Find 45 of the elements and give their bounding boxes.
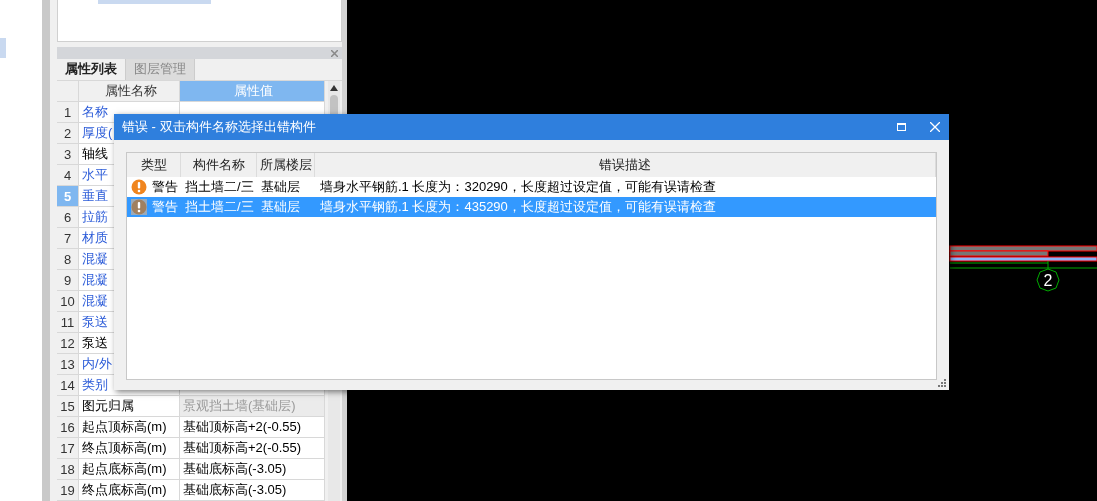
close-icon[interactable]: [331, 49, 338, 57]
row-number[interactable]: 16: [57, 417, 79, 438]
close-icon: [930, 122, 940, 132]
row-number[interactable]: 6: [57, 207, 79, 228]
column-header[interactable]: 构件名称: [181, 153, 257, 177]
selection-highlight: [0, 38, 6, 58]
axis-label: 2: [1043, 272, 1053, 289]
row-number[interactable]: 18: [57, 459, 79, 480]
warning-icon: [131, 179, 147, 195]
table-cell[interactable]: 基础底标高(-3.05): [180, 480, 325, 501]
row-number[interactable]: 4: [57, 165, 79, 186]
table-cell[interactable]: 基础顶标高+2(-0.55): [180, 417, 325, 438]
scroll-up-icon[interactable]: [330, 85, 338, 91]
resize-grip-icon[interactable]: [938, 379, 946, 387]
table-cell: 终点底标高(m): [79, 480, 180, 501]
table-cell[interactable]: 基础顶标高+2(-0.55): [180, 438, 325, 459]
row-number[interactable]: 1: [57, 102, 79, 123]
row-number[interactable]: 3: [57, 144, 79, 165]
row-number[interactable]: 17: [57, 438, 79, 459]
row-number[interactable]: 10: [57, 291, 79, 312]
axis-marker: [1036, 260, 1060, 292]
error-description: 墙身水平钢筋.1 长度为：320290，长度超过设定值，可能有误请检查: [319, 178, 717, 196]
column-header[interactable]: 错误描述: [315, 153, 936, 177]
maximize-icon: [896, 123, 906, 131]
row-number[interactable]: 2: [57, 123, 79, 144]
column-header[interactable]: 所属楼层: [257, 153, 315, 177]
row-number[interactable]: 9: [57, 270, 79, 291]
row-number[interactable]: 12: [57, 333, 79, 354]
row-number[interactable]: 19: [57, 480, 79, 501]
row-number[interactable]: 8: [57, 249, 79, 270]
component-name[interactable]: 挡土墙二/三: [181, 178, 257, 196]
row-number[interactable]: 13: [57, 354, 79, 375]
row-number[interactable]: 7: [57, 228, 79, 249]
table-cell: 终点顶标高(m): [79, 438, 180, 459]
floor-text: 基础层: [260, 198, 301, 216]
table-cell: 起点顶标高(m): [79, 417, 180, 438]
column-header[interactable]: 属性名称: [79, 81, 180, 102]
row-number[interactable]: 11: [57, 312, 79, 333]
row-number[interactable]: 14: [57, 375, 79, 396]
table-cell[interactable]: 基础底标高(-3.05): [180, 459, 325, 480]
column-header[interactable]: 类型: [127, 153, 181, 177]
floor-text: 基础层: [260, 178, 301, 196]
table-cell: 起点底标高(m): [79, 459, 180, 480]
warning-icon: [131, 199, 147, 215]
error-description: 墙身水平钢筋.1 长度为：435290，长度超过设定值，可能有误请检查: [319, 198, 717, 216]
